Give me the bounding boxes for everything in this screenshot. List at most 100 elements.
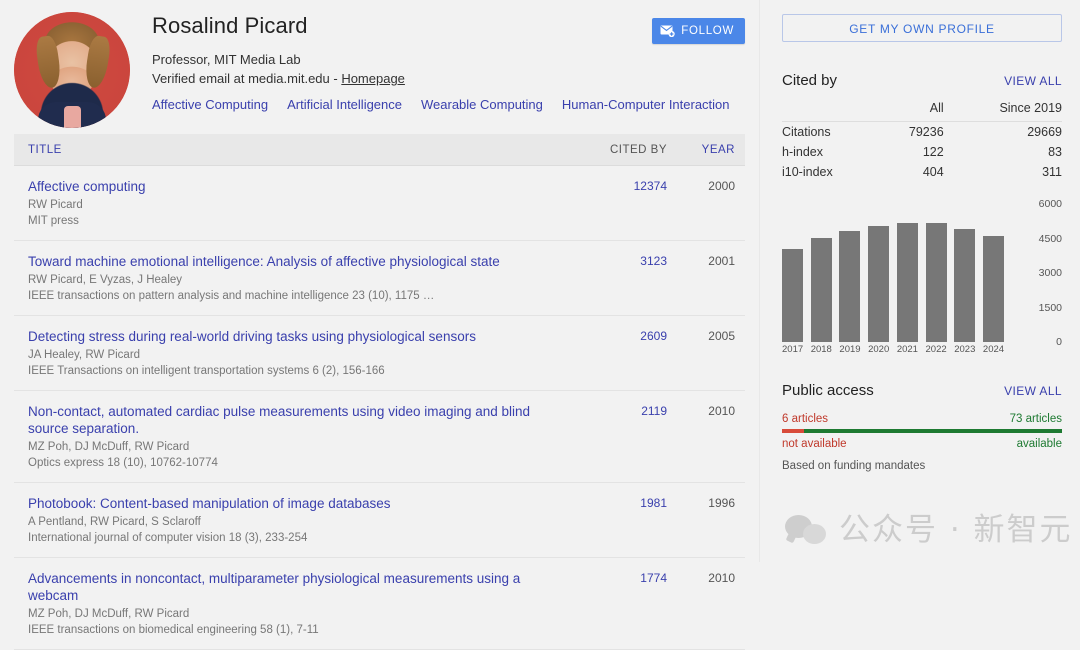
public-access-view-all-link[interactable]: VIEW ALL (1004, 384, 1062, 398)
public-access-labels: not available available (782, 438, 1062, 450)
cited-by-view-all-link[interactable]: VIEW ALL (1004, 74, 1062, 88)
publication-title[interactable]: Advancements in noncontact, multiparamet… (28, 570, 567, 604)
metrics-header-blank (782, 98, 878, 122)
not-available-label: not available (782, 438, 847, 450)
publication-title[interactable]: Non-contact, automated cardiac pulse mea… (28, 403, 567, 437)
not-available-count[interactable]: 6 articles (782, 413, 828, 425)
publication-info: Affective computing RW Picard MIT press (28, 178, 581, 229)
publication-cited-by[interactable]: 12374 (581, 178, 667, 193)
metric-value-all: 79236 (908, 125, 944, 139)
table-row: Detecting stress during real-world drivi… (14, 316, 745, 391)
interest-tag-1[interactable]: Artificial Intelligence (287, 97, 402, 112)
chart-bar-2021[interactable] (896, 223, 918, 342)
publications-table: TITLE CITED BY YEAR Affective computing … (0, 134, 759, 650)
metric-value-since: 311 (1042, 165, 1062, 179)
right-sidebar: GET MY OWN PROFILE Cited by VIEW ALL All… (760, 0, 1080, 562)
chart-y-axis: 0 1500 3000 4500 6000 (1016, 198, 1062, 356)
chart-y-label-4500: 4500 (1038, 232, 1062, 245)
publication-authors: A Pentland, RW Picard, S Sclaroff (28, 516, 201, 528)
publication-year: 2010 (708, 404, 735, 418)
publication-authors: RW Picard, E Vyzas, J Healey (28, 274, 183, 286)
publication-info: Detecting stress during real-world drivi… (28, 328, 581, 379)
metric-value-since: 83 (1048, 145, 1062, 159)
publication-year: 2001 (708, 254, 735, 268)
table-row: Non-contact, automated cardiac pulse mea… (14, 391, 745, 483)
publication-info: Advancements in noncontact, multiparamet… (28, 570, 581, 638)
interest-tag-0[interactable]: Affective Computing (152, 97, 268, 112)
homepage-link[interactable]: Homepage (341, 71, 405, 86)
publication-year: 1996 (708, 496, 735, 510)
chart-bars (782, 204, 1004, 342)
chart-y-label-0: 0 (1056, 336, 1062, 348)
chart-x-label-2024: 2024 (982, 344, 1005, 355)
column-header-cited-by: CITED BY (609, 143, 667, 156)
publication-title[interactable]: Affective computing (28, 178, 567, 195)
cited-by-section-header: Cited by VIEW ALL (782, 72, 1062, 89)
metric-value-all: 122 (922, 145, 944, 159)
metrics-header-row: All Since 2019 (782, 98, 1062, 122)
chart-x-label-2022: 2022 (925, 344, 947, 355)
avatar-scarf (64, 106, 81, 128)
chart-bar-2022[interactable] (925, 223, 947, 342)
scholar-profile-page: Rosalind Picard Professor, MIT Media Lab… (0, 0, 1080, 650)
chart-y-label-1500: 1500 (1038, 301, 1062, 314)
chart-x-axis: 2017 2018 2019 2020 2021 2022 2023 2024 (782, 344, 1004, 355)
chart-bar-2023[interactable] (954, 229, 976, 342)
available-label: available (1016, 438, 1062, 450)
cited-by-title: Cited by (782, 72, 838, 89)
publication-authors: RW Picard (28, 199, 83, 211)
publications-table-header: TITLE CITED BY YEAR (14, 134, 745, 166)
profile-email-line: Verified email at media.mit.edu - Homepa… (152, 69, 745, 88)
chart-bar-2020[interactable] (868, 226, 890, 342)
interest-tag-2[interactable]: Wearable Computing (421, 97, 543, 112)
publication-cited-by[interactable]: 1981 (581, 495, 667, 510)
chart-bar-2019[interactable] (839, 231, 861, 342)
metric-row-i10-index: i10-index 404 311 (782, 162, 1062, 182)
follow-button-label: FOLLOW (681, 25, 734, 37)
publication-year: 2005 (708, 329, 735, 343)
chart-bar-2017[interactable] (782, 249, 803, 342)
chart-x-label-2017: 2017 (782, 344, 804, 355)
column-header-title[interactable]: TITLE (28, 144, 581, 156)
chart-bar-column (810, 204, 832, 342)
chart-bar-column (868, 204, 890, 342)
metric-label: Citations (782, 125, 831, 139)
metrics-header-all: All (877, 98, 944, 122)
publication-cited-by[interactable]: 1774 (581, 570, 667, 585)
chart-bar-column (925, 204, 947, 342)
publication-cited-by[interactable]: 2119 (581, 403, 667, 418)
publication-info: Toward machine emotional intelligence: A… (28, 253, 581, 304)
publication-title[interactable]: Detecting stress during real-world drivi… (28, 328, 567, 345)
column-header-year[interactable]: YEAR (667, 144, 735, 156)
public-access-section-header: Public access VIEW ALL (782, 382, 1062, 399)
follow-button[interactable]: FOLLOW (652, 18, 745, 44)
publication-title[interactable]: Photobook: Content-based manipulation of… (28, 495, 567, 512)
avatar[interactable] (14, 12, 130, 128)
metric-label: i10-index (782, 165, 833, 179)
publication-title[interactable]: Toward machine emotional intelligence: A… (28, 253, 567, 270)
publication-info: Non-contact, automated cardiac pulse mea… (28, 403, 581, 471)
available-count[interactable]: 73 articles (1010, 413, 1062, 425)
public-access-not-available-segment (782, 429, 805, 433)
publication-venue: IEEE Transactions on intelligent transpo… (28, 365, 385, 377)
chart-x-label-2019: 2019 (839, 344, 861, 355)
chart-y-label-6000: 6000 (1038, 198, 1062, 210)
chart-bar-column (896, 204, 918, 342)
table-row: Photobook: Content-based manipulation of… (14, 483, 745, 558)
metrics-header-since: Since 2019 (943, 98, 1062, 122)
interest-tag-3[interactable]: Human-Computer Interaction (562, 97, 730, 112)
chart-bar-column (954, 204, 976, 342)
chart-x-label-2023: 2023 (954, 344, 976, 355)
citation-metrics-table: All Since 2019 Citations 79236 29669 h-i… (782, 98, 1062, 182)
chart-x-label-2021: 2021 (896, 344, 918, 355)
profile-header: Rosalind Picard Professor, MIT Media Lab… (0, 0, 759, 134)
metric-label: h-index (782, 145, 823, 159)
publication-cited-by[interactable]: 2609 (581, 328, 667, 343)
chart-bar-2018[interactable] (810, 238, 832, 342)
chart-bar-column (839, 204, 861, 342)
publication-authors: MZ Poh, DJ McDuff, RW Picard (28, 441, 190, 453)
publication-cited-by[interactable]: 3123 (581, 253, 667, 268)
get-my-own-profile-button[interactable]: GET MY OWN PROFILE (782, 14, 1062, 42)
chart-bar-2024[interactable] (982, 236, 1004, 342)
chart-x-label-2018: 2018 (810, 344, 832, 355)
